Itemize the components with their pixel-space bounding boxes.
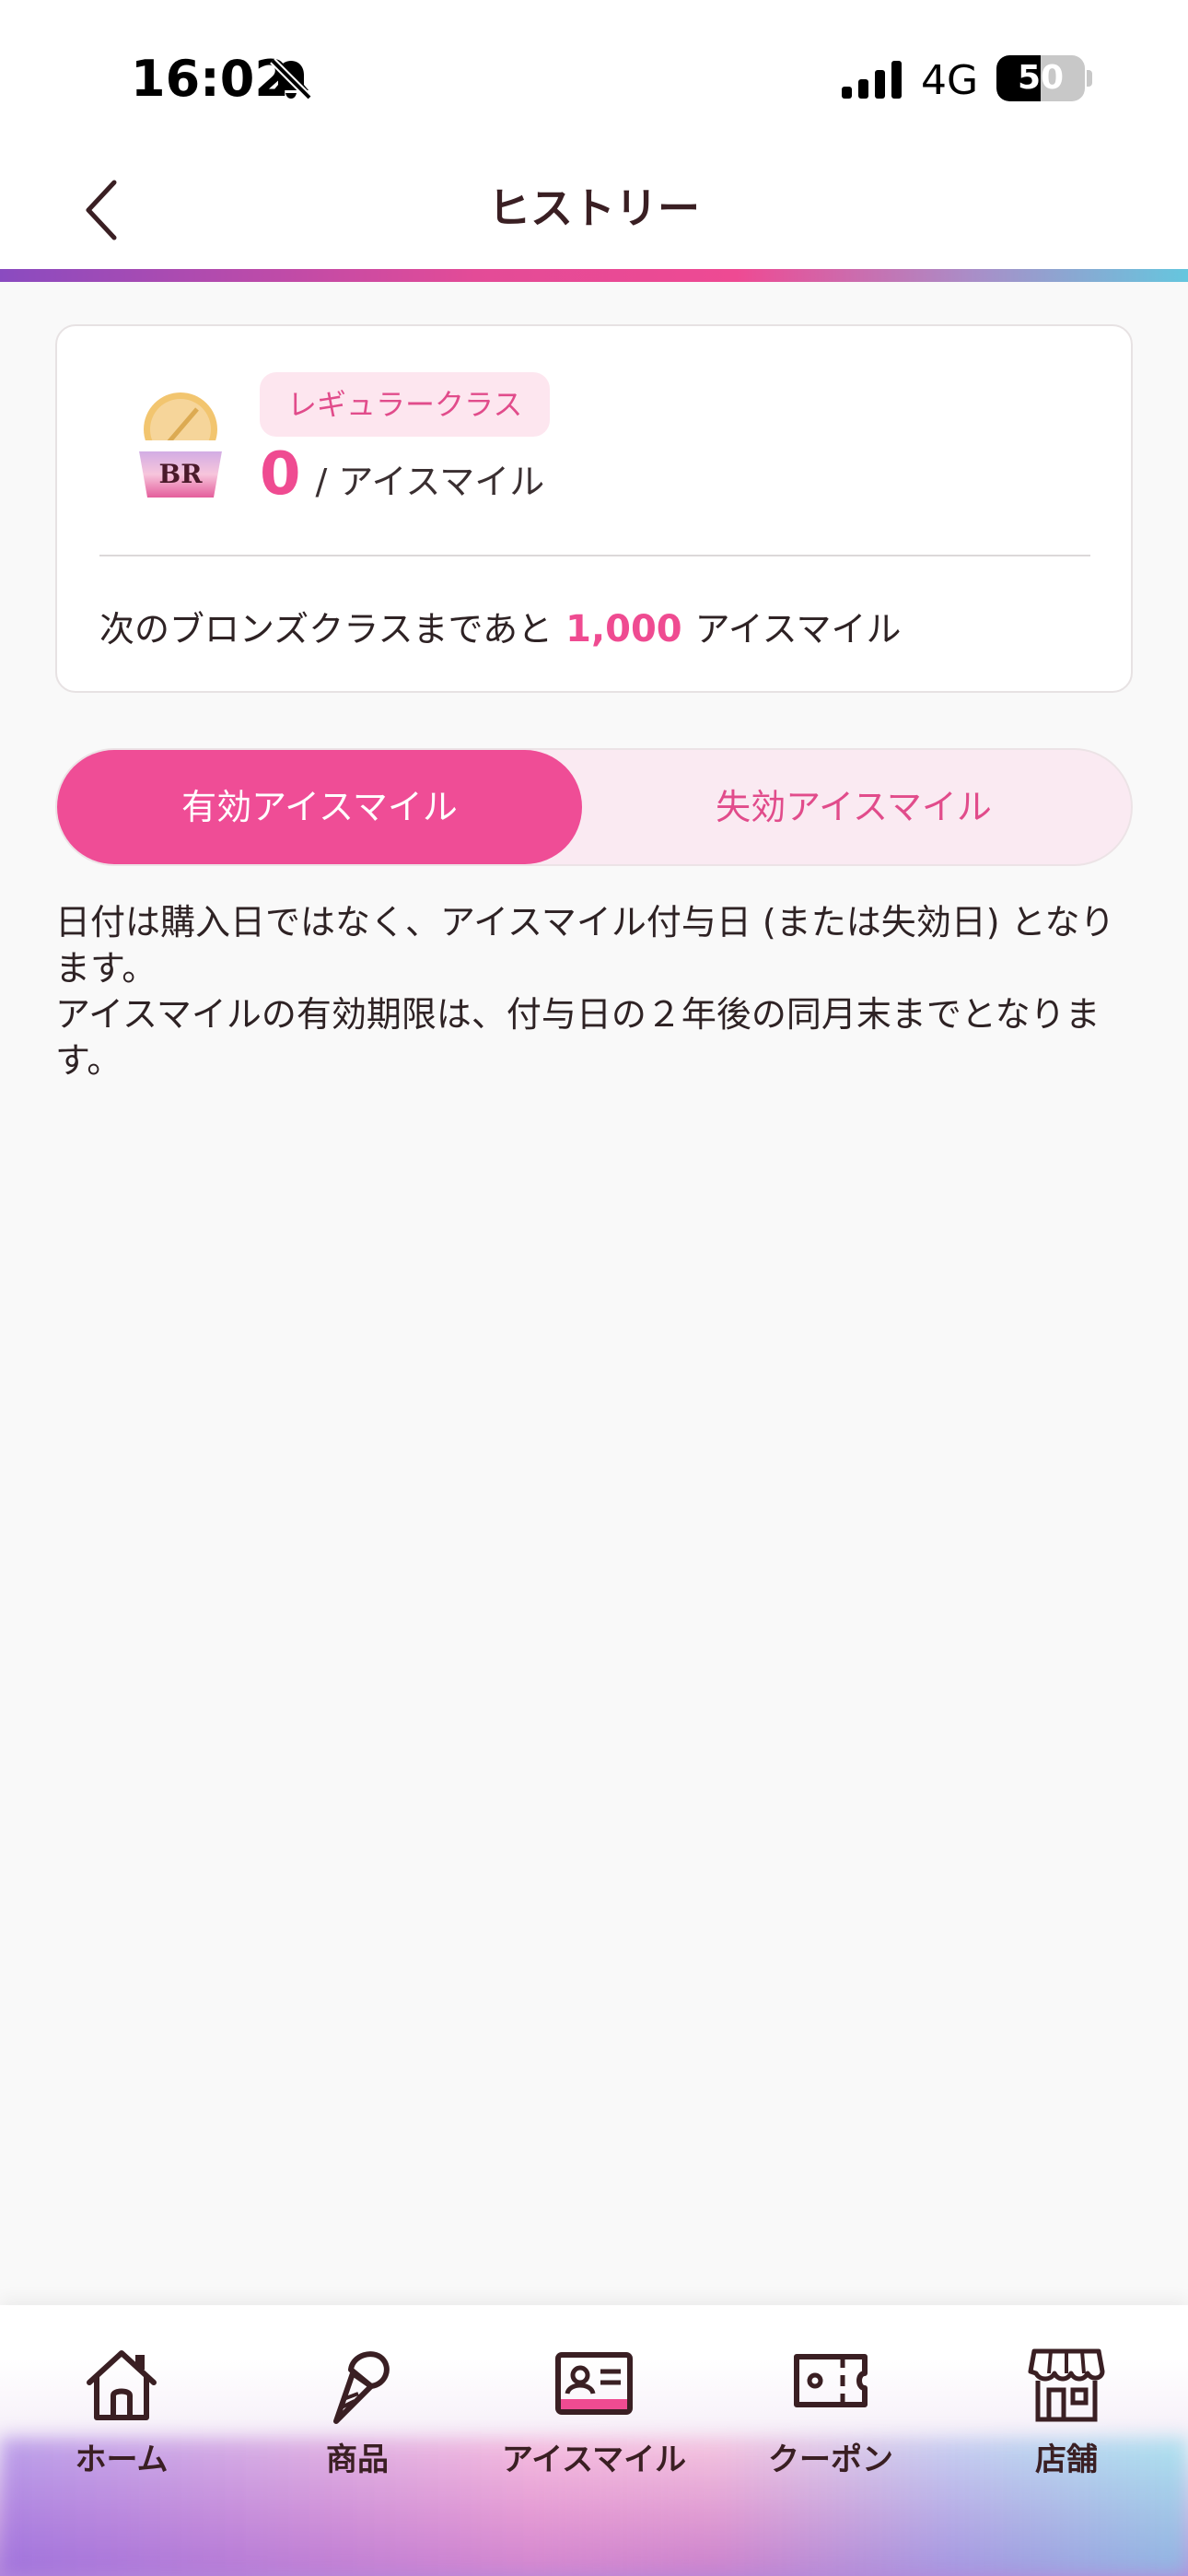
- app-header: ヒストリー: [0, 147, 1188, 269]
- header-gradient-bar: [0, 269, 1188, 282]
- bell-muted-icon: [270, 58, 312, 100]
- battery-percent: 50: [1017, 59, 1065, 97]
- battery-cap: [1087, 70, 1092, 87]
- nav-label-stores: 店舗: [1035, 2441, 1098, 2478]
- store-icon: [1028, 2348, 1105, 2422]
- member-status-card: BR レギュラークラス 0 / アイスマイル 次のブロンズクラスまであと 1,0…: [55, 324, 1133, 693]
- next-class-info: 次のブロンズクラスまであと 1,000 アイスマイル: [99, 601, 901, 651]
- bottom-nav: ホーム 商品 アイスマイル クーポン 店舗: [0, 2305, 1188, 2576]
- ticket-icon: [794, 2354, 868, 2407]
- back-button[interactable]: [64, 173, 138, 247]
- status-bar: 16:02 4G 50: [0, 0, 1188, 147]
- nav-label-products: 商品: [326, 2441, 389, 2478]
- tab-valid-mileage[interactable]: 有効アイスマイル: [57, 750, 582, 864]
- points-row: 0 / アイスマイル: [260, 440, 544, 514]
- battery-icon: 50: [996, 55, 1085, 101]
- home-icon: [87, 2350, 157, 2420]
- next-class-prefix: 次のブロンズクラスまであと: [99, 609, 553, 650]
- notice-date-text: 日付は購入日ではなく、アイスマイル付与日 (または失効日) となります。: [55, 902, 1115, 989]
- points-unit: / アイスマイル: [315, 462, 545, 502]
- nav-item-coupon[interactable]: クーポン: [720, 2342, 941, 2489]
- nav-label-icemile: アイスマイル: [501, 2441, 687, 2478]
- member-card-icon: [555, 2352, 633, 2415]
- nav-item-icemile[interactable]: アイスマイル: [483, 2342, 705, 2489]
- page-title: ヒストリー: [488, 183, 700, 233]
- tab-expired-mileage[interactable]: 失効アイスマイル: [591, 750, 1116, 864]
- history-notice: 日付は購入日ではなく、アイスマイル付与日 (または失効日) となります。 アイス…: [55, 899, 1133, 1083]
- nav-item-home[interactable]: ホーム: [11, 2342, 232, 2489]
- membership-class-badge: レギュラークラス: [260, 372, 551, 437]
- signal-icon: [842, 61, 902, 99]
- notice-expiry-text: アイスマイルの有効期限は、付与日の２年後の同月末までとなります。: [55, 994, 1101, 1081]
- mileage-segment-control: 有効アイスマイル 失効アイスマイル: [55, 748, 1133, 866]
- next-class-amount: 1,000: [565, 608, 682, 650]
- ice-cream-cup-icon: BR: [134, 392, 227, 498]
- status-time: 16:02: [131, 50, 289, 108]
- next-class-suffix: アイスマイル: [694, 609, 902, 650]
- card-divider: [99, 555, 1090, 556]
- ice-cream-cone-icon: [333, 2351, 390, 2424]
- nav-item-stores[interactable]: 店舗: [956, 2342, 1177, 2489]
- network-type: 4G: [921, 57, 979, 104]
- nav-label-home: ホーム: [75, 2441, 169, 2478]
- chevron-left-icon: [86, 180, 117, 240]
- br-logo-text: BR: [159, 459, 204, 489]
- nav-item-products[interactable]: 商品: [247, 2342, 468, 2489]
- points-value: 0: [260, 440, 301, 509]
- nav-label-coupon: クーポン: [768, 2441, 893, 2478]
